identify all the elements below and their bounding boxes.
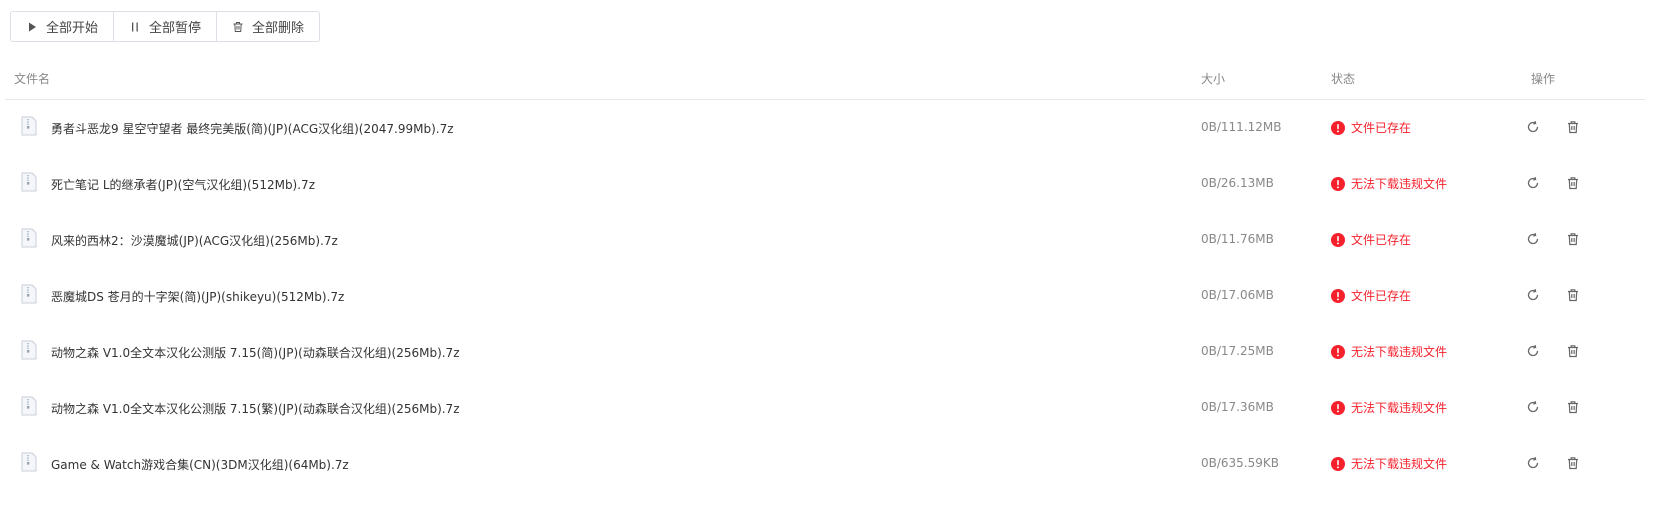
exclamation-circle-icon (1331, 232, 1345, 247)
exclamation-circle-icon (1331, 120, 1345, 135)
file-icon (21, 452, 37, 472)
file-size: 0B/17.36MB (1201, 400, 1274, 414)
trash-icon (233, 21, 243, 32)
file-name: Game & Watch游戏合集(CN)(3DM汉化组)(64Mb).7z (51, 458, 349, 472)
status-text-container: 无法下载违规文件 (1331, 343, 1447, 360)
trash-icon[interactable] (1565, 119, 1581, 135)
status-text: 无法下载违规文件 (1351, 345, 1448, 359)
pause-all-button[interactable]: 全部暂停 (114, 12, 218, 41)
refresh-icon[interactable] (1525, 119, 1541, 135)
refresh-icon[interactable] (1525, 399, 1541, 415)
status-text: 无法下载违规文件 (1351, 457, 1448, 471)
status-text: 文件已存在 (1351, 289, 1412, 303)
file-icon (21, 284, 37, 304)
file-size: 0B/11.76MB (1201, 232, 1274, 246)
delete-all-button[interactable]: 全部删除 (217, 12, 319, 41)
trash-icon[interactable] (1565, 455, 1581, 471)
play-icon (29, 22, 36, 31)
refresh-icon[interactable] (1525, 231, 1541, 247)
status-text-container: 无法下载违规文件 (1331, 399, 1447, 416)
pause-all-label: 全部暂停 (149, 21, 202, 36)
status-text-container: 无法下载违规文件 (1331, 455, 1447, 472)
file-icon (21, 172, 37, 192)
toolbar: 全部开始 全部暂停 全部删除 (10, 11, 321, 42)
pause-icon (132, 22, 138, 31)
file-name: 勇者斗恶龙9 星空守望者 最终完美版(简)(JP)(ACG汉化组)(2047.9… (51, 122, 454, 136)
start-all-label: 全部开始 (46, 21, 99, 36)
header-ops: 操作 (1531, 72, 1556, 86)
status-text: 无法下载违规文件 (1351, 177, 1448, 191)
refresh-icon[interactable] (1525, 287, 1541, 303)
file-size: 0B/635.59KB (1201, 456, 1279, 470)
header-size: 大小 (1201, 72, 1226, 86)
file-icon (21, 340, 37, 360)
table-row: 勇者斗恶龙9 星空守望者 最终完美版(简)(JP)(ACG汉化组)(2047.9… (5, 100, 1645, 156)
trash-icon[interactable] (1565, 287, 1581, 303)
file-name: 动物之森 V1.0全文本汉化公测版 7.15(简)(JP)(动森联合汉化组)(2… (51, 346, 460, 360)
exclamation-circle-icon (1331, 288, 1345, 303)
trash-icon[interactable] (1565, 175, 1581, 191)
refresh-icon[interactable] (1525, 175, 1541, 191)
file-size: 0B/17.06MB (1201, 288, 1274, 302)
trash-icon[interactable] (1565, 231, 1581, 247)
file-name: 死亡笔记 L的继承者(JP)(空气汉化组)(512Mb).7z (51, 178, 315, 192)
file-icon (21, 228, 37, 248)
delete-all-label: 全部删除 (252, 21, 305, 36)
table-row: Game & Watch游戏合集(CN)(3DM汉化组)(64Mb).7z 0B… (5, 436, 1645, 492)
file-size: 0B/17.25MB (1201, 344, 1274, 358)
trash-icon[interactable] (1565, 343, 1581, 359)
table-header: 文件名 大小 状态 操作 (5, 60, 1645, 100)
table-body: 勇者斗恶龙9 星空守望者 最终完美版(简)(JP)(ACG汉化组)(2047.9… (5, 100, 1645, 492)
status-text-container: 文件已存在 (1331, 231, 1411, 248)
table-row: 死亡笔记 L的继承者(JP)(空气汉化组)(512Mb).7z 0B/26.13… (5, 156, 1645, 212)
status-text-container: 文件已存在 (1331, 119, 1411, 136)
refresh-icon[interactable] (1525, 455, 1541, 471)
exclamation-circle-icon (1331, 176, 1345, 191)
file-name: 风来的西林2：沙漠魔城(JP)(ACG汉化组)(256Mb).7z (51, 234, 338, 248)
table-row: 动物之森 V1.0全文本汉化公测版 7.15(简)(JP)(动森联合汉化组)(2… (5, 324, 1645, 380)
table-row: 风来的西林2：沙漠魔城(JP)(ACG汉化组)(256Mb).7z 0B/11.… (5, 212, 1645, 268)
start-all-button[interactable]: 全部开始 (11, 12, 115, 41)
exclamation-circle-icon (1331, 456, 1345, 471)
file-icon (21, 116, 37, 136)
status-text-container: 文件已存在 (1331, 287, 1411, 304)
file-size: 0B/26.13MB (1201, 176, 1274, 190)
exclamation-circle-icon (1331, 400, 1345, 415)
exclamation-circle-icon (1331, 344, 1345, 359)
download-table: 文件名 大小 状态 操作 勇者斗恶龙9 星空守望者 最终完美版(简)(JP)(A… (5, 60, 1645, 492)
file-name: 动物之森 V1.0全文本汉化公测版 7.15(繁)(JP)(动森联合汉化组)(2… (51, 402, 460, 416)
table-row: 恶魔城DS 苍月的十字架(简)(JP)(shikeyu)(512Mb).7z 0… (5, 268, 1645, 324)
file-name: 恶魔城DS 苍月的十字架(简)(JP)(shikeyu)(512Mb).7z (51, 290, 345, 304)
status-text: 文件已存在 (1351, 121, 1412, 135)
file-size: 0B/111.12MB (1201, 120, 1282, 134)
refresh-icon[interactable] (1525, 343, 1541, 359)
table-row: 动物之森 V1.0全文本汉化公测版 7.15(繁)(JP)(动森联合汉化组)(2… (5, 380, 1645, 436)
file-icon (21, 396, 37, 416)
status-text: 无法下载违规文件 (1351, 401, 1448, 415)
header-name: 文件名 (14, 72, 51, 86)
status-text-container: 无法下载违规文件 (1331, 175, 1447, 192)
trash-icon[interactable] (1565, 399, 1581, 415)
status-text: 文件已存在 (1351, 233, 1412, 247)
header-status: 状态 (1331, 72, 1356, 86)
